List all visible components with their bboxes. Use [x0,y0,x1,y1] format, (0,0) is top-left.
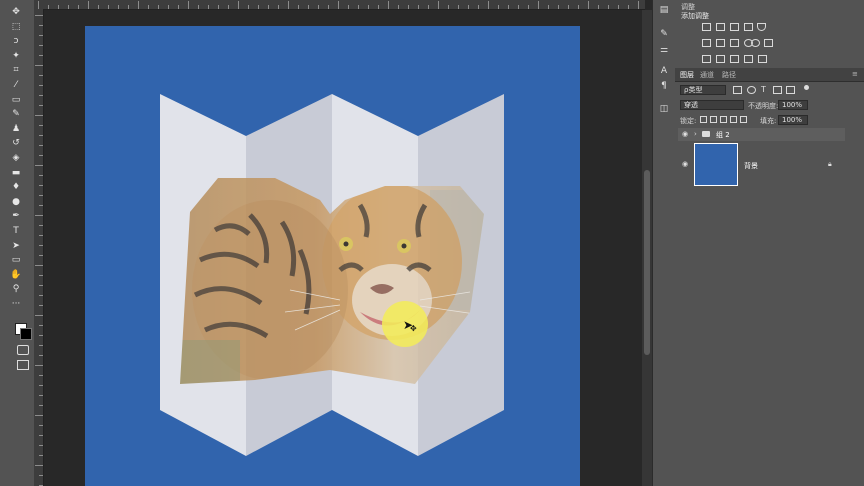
tab-channels[interactable]: 通道 [700,70,714,80]
move-cross-icon: ✥ [410,324,417,333]
visibility-eye-icon[interactable]: ◉ [682,130,688,138]
lock-icon: 🔒︎ [828,160,832,168]
layer-filter-select[interactable]: ρ类型 [680,85,726,95]
brightness-icon[interactable] [702,23,711,31]
lock-pixels-icon[interactable] [700,116,707,123]
filter-shape-icon[interactable] [773,86,782,94]
panel-menu-icon[interactable]: ≡ [852,70,858,78]
hue-saturation-icon[interactable] [702,39,711,47]
fill-input[interactable]: 100% [778,115,808,125]
layer-name: 组 2 [716,131,730,139]
layers-panel-tabs: 图层 通道 路径 ≡ [675,68,864,82]
history-icon[interactable]: ▤ [657,4,671,16]
filter-pixel-icon[interactable] [733,86,742,94]
exposure-icon[interactable] [744,23,753,31]
lock-all-icon[interactable] [740,116,747,123]
curves-icon[interactable] [730,23,739,31]
channel-mixer-icon[interactable] [751,39,760,47]
tab-layers[interactable]: 图层 [680,70,694,80]
threshold-icon[interactable] [730,55,739,63]
scrollbar-thumb[interactable] [644,170,650,355]
visibility-eye-icon[interactable]: ◉ [682,160,688,168]
invert-icon[interactable] [702,55,711,63]
lock-paint-icon[interactable] [710,116,717,123]
opacity-input[interactable]: 100% [778,100,808,110]
tab-paths[interactable]: 路径 [722,70,736,80]
fill-label: 填充: [760,117,777,125]
gradient-map-icon[interactable] [744,55,753,63]
lock-position-icon[interactable] [720,116,727,123]
properties-icon[interactable]: ⚌ [657,44,671,56]
brush-settings-icon[interactable]: ✎ [657,28,671,40]
layer-thumbnail[interactable] [694,143,738,186]
levels-icon[interactable] [716,23,725,31]
layer-row-group[interactable]: ◉ › 组 2 [678,128,845,141]
opacity-label: 不透明度: [748,102,779,110]
layer-name: 背景 [744,162,758,170]
character-icon[interactable]: A [657,65,671,77]
expand-arrow-icon[interactable]: › [694,130,697,138]
filter-toggle-icon[interactable] [804,85,809,90]
lock-artboard-icon[interactable] [730,116,737,123]
add-adjustment-label: 添加调整 [681,12,709,20]
layers-panel-icon[interactable]: ◫ [657,103,671,115]
folder-icon [702,131,710,137]
panel-icon-strip: ▤ ✎ ⚌ A ¶ ◫ [652,0,675,486]
color-balance-icon[interactable] [716,39,725,47]
filter-type-icon[interactable]: T [761,85,766,94]
color-lookup-icon[interactable] [764,39,773,47]
blend-mode-select[interactable]: 穿透 [680,100,744,110]
filter-smart-icon[interactable] [786,86,795,94]
posterize-icon[interactable] [716,55,725,63]
paragraph-icon[interactable]: ¶ [657,80,671,92]
lock-label: 锁定: [680,117,697,125]
black-white-icon[interactable] [730,39,739,47]
filter-adjustment-icon[interactable] [747,86,756,94]
selective-color-icon[interactable] [758,55,767,63]
